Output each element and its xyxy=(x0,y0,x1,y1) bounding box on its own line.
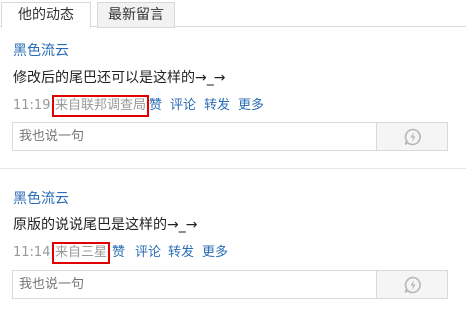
post-source-tail: 来自联邦调查局 xyxy=(52,95,150,117)
comment-button[interactable]: 评论 xyxy=(170,97,196,115)
post-content: 原版的说说尾巴是这样的→_→ xyxy=(13,217,198,233)
tab-latest-messages[interactable]: 最新留言 xyxy=(97,2,175,28)
post-meta: 11:14 来自三星 赞 评论 转发 更多 xyxy=(13,242,453,264)
author-link[interactable]: 黑色流云 xyxy=(13,42,69,60)
reply-input[interactable] xyxy=(13,271,376,298)
more-button[interactable]: 更多 xyxy=(202,244,228,262)
forward-button[interactable]: 转发 xyxy=(204,97,230,115)
post-time: 11:14 xyxy=(13,245,51,260)
post-time: 11:19 xyxy=(13,98,51,113)
like-button[interactable]: 赞 xyxy=(149,97,162,115)
tab-bar: 他的动态 最新留言 xyxy=(0,0,466,28)
send-button[interactable] xyxy=(377,123,447,150)
forward-button[interactable]: 转发 xyxy=(168,244,194,262)
post-source-tail: 来自三星 xyxy=(52,242,111,264)
send-button[interactable] xyxy=(377,271,447,298)
reply-box xyxy=(12,122,448,151)
more-button[interactable]: 更多 xyxy=(238,97,264,115)
post-content: 修改后的尾巴还可以是这样的→_→ xyxy=(13,70,226,86)
author-link[interactable]: 黑色流云 xyxy=(13,190,69,208)
reply-input[interactable] xyxy=(13,123,376,150)
tab-his-activity[interactable]: 他的动态 xyxy=(1,2,91,28)
lightning-bubble-icon xyxy=(404,276,421,294)
post-divider xyxy=(0,168,466,169)
comment-button[interactable]: 评论 xyxy=(135,244,161,262)
lightning-bubble-icon xyxy=(404,128,421,146)
like-button[interactable]: 赞 xyxy=(112,244,125,262)
reply-box xyxy=(12,270,448,299)
post-meta: 11:19 来自联邦调查局 赞 评论 转发 更多 xyxy=(13,95,453,117)
